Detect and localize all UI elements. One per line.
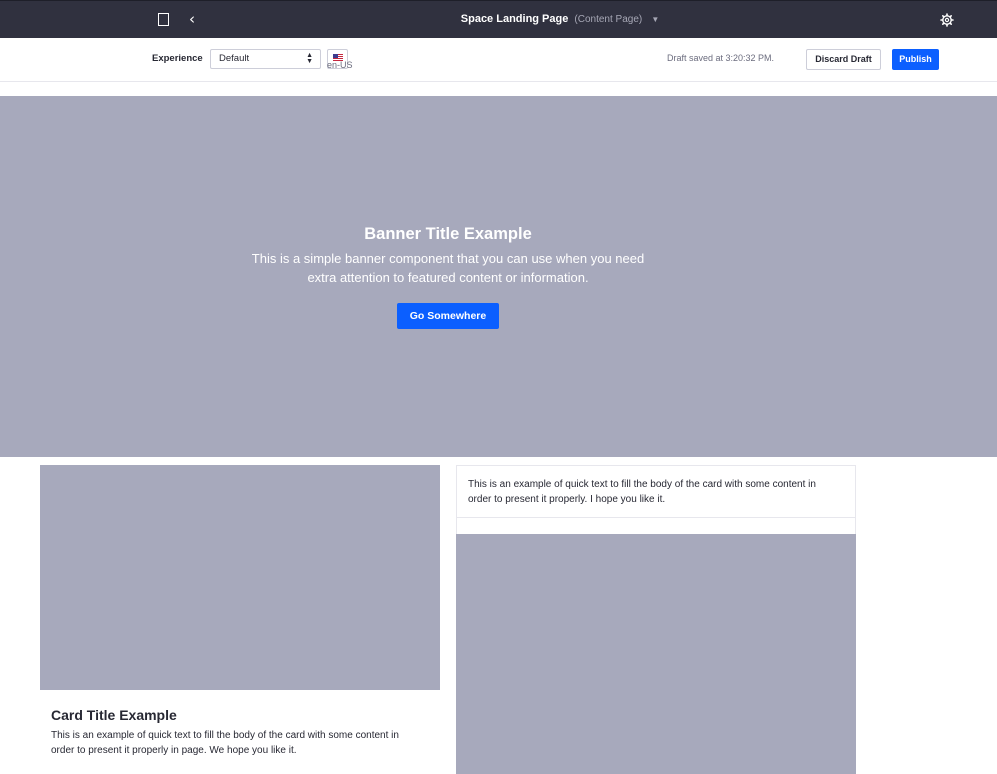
page-title-text: Space Landing Page — [460, 13, 569, 25]
discard-draft-button[interactable]: Discard Draft — [806, 49, 881, 70]
experience-label: Experience — [152, 53, 203, 64]
gear-icon[interactable] — [940, 13, 954, 27]
top-bar: ‹ Space Landing Page (Content Page) ▼ — [0, 0, 997, 38]
card-title: Card Title Example — [51, 707, 177, 723]
caret-down-icon[interactable]: ▼ — [651, 15, 659, 24]
card-image — [456, 534, 856, 774]
experience-select[interactable]: Default ▲ ▼ — [210, 49, 321, 69]
edit-toolbar: Experience Default ▲ ▼ en-US Draft saved … — [0, 38, 997, 82]
banner: Banner Title Example This is a simple ba… — [0, 96, 997, 457]
draft-status: Draft saved at 3:20:32 PM. — [667, 53, 775, 63]
banner-title: Banner Title Example — [364, 225, 532, 243]
language-code: en-US — [327, 60, 353, 70]
page-title[interactable]: Space Landing Page (Content Page) ▼ — [0, 13, 997, 25]
card-divider — [457, 517, 855, 518]
experience-value: Default — [219, 53, 250, 64]
page-type: (Content Page) — [574, 14, 643, 25]
card: Card Title Example This is an example of… — [40, 465, 440, 771]
select-arrows-icon: ▲ ▼ — [306, 52, 313, 65]
go-somewhere-button[interactable]: Go Somewhere — [397, 303, 499, 329]
card-image — [40, 465, 440, 690]
card-text: This is an example of quick text to fill… — [51, 730, 399, 756]
card: This is an example of quick text to fill… — [456, 465, 856, 774]
publish-button[interactable]: Publish — [892, 49, 939, 70]
card-text: This is an example of quick text to fill… — [468, 479, 816, 505]
banner-text: This is a simple banner component that y… — [251, 251, 645, 285]
